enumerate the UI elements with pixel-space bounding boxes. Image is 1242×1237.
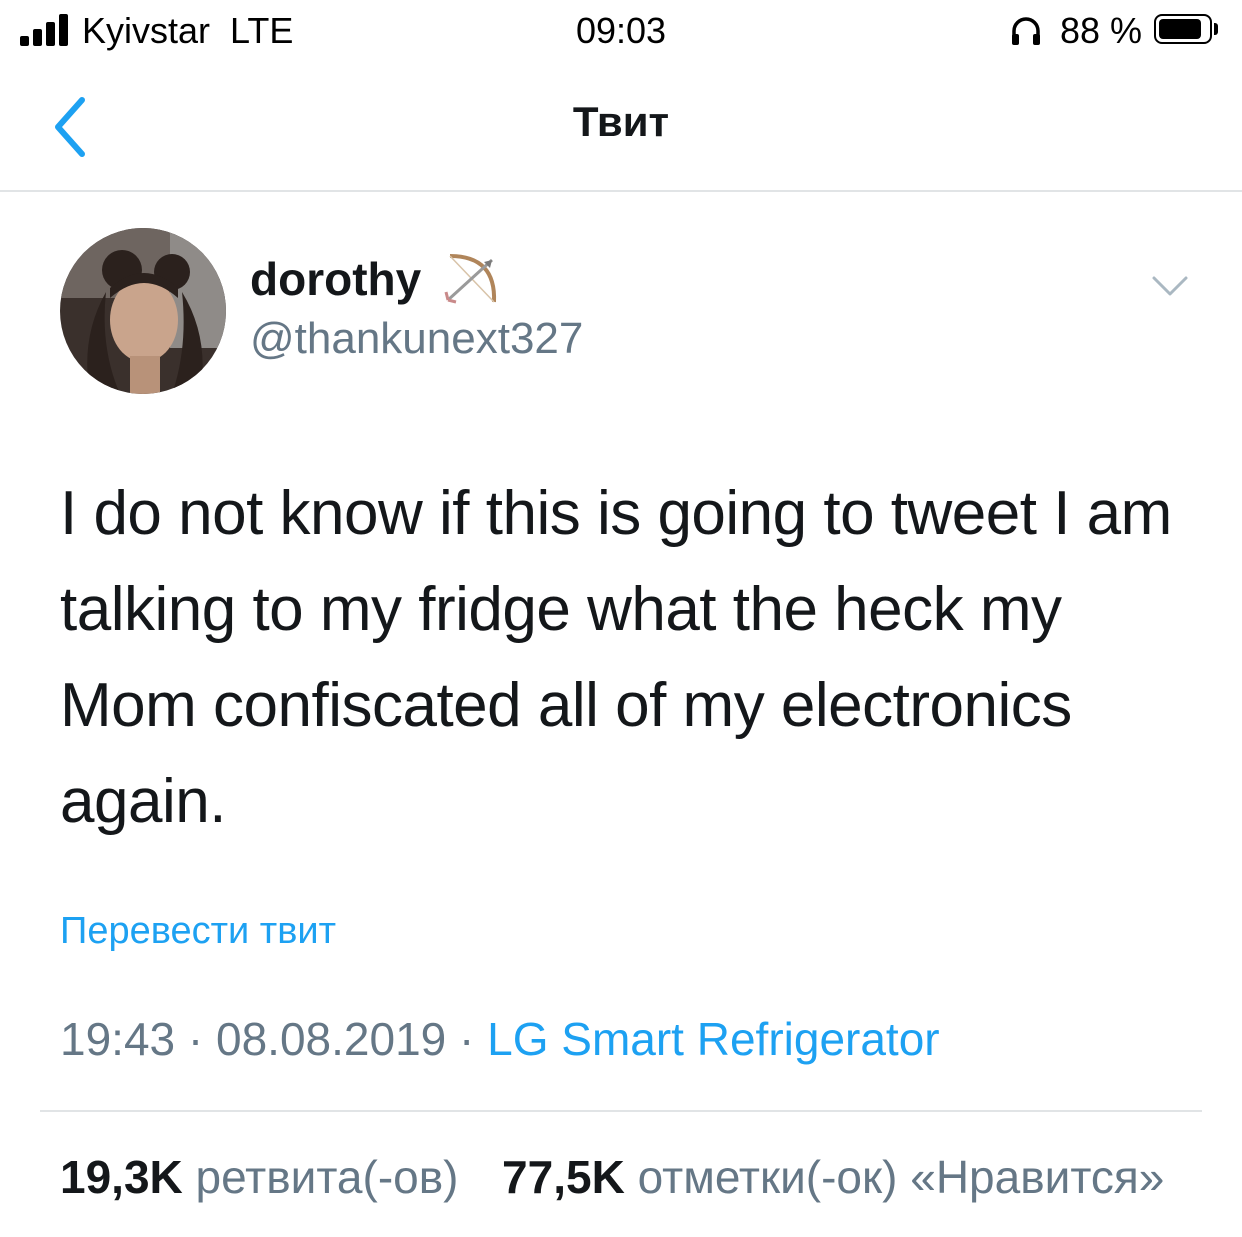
retweets-stat[interactable]: 19,3K ретвита(-ов) (60, 1151, 458, 1203)
meta-separator: · (446, 1013, 488, 1065)
translate-tweet-link[interactable]: Перевести твит (60, 910, 336, 953)
tweet-stats: 19,3K ретвита(-ов) 77,5K отметки(-ок) «Н… (60, 1150, 1164, 1204)
author-handle[interactable]: @thankunext327 (250, 314, 583, 364)
bow-and-arrow-icon (444, 254, 497, 304)
tweet-time: 19:43 (60, 1013, 176, 1065)
likes-stat[interactable]: 77,5K отметки(-ок) «Нравится» (502, 1151, 1164, 1203)
divider (40, 1110, 1202, 1112)
retweets-count: 19,3K (60, 1151, 183, 1203)
chevron-down-icon[interactable] (1150, 272, 1190, 300)
headphones-icon (1012, 17, 1040, 45)
likes-count: 77,5K (502, 1151, 625, 1203)
tweet-source-link[interactable]: LG Smart Refrigerator (487, 1013, 939, 1065)
avatar[interactable] (60, 228, 226, 394)
meta-separator: · (175, 1013, 217, 1065)
author-display-name[interactable]: dorothy (250, 252, 421, 306)
battery-percent: 88 % (1060, 10, 1143, 51)
tweet-meta: 19:43 · 08.08.2019 · LG Smart Refrigerat… (60, 1012, 940, 1066)
status-time: 09:03 (575, 10, 667, 51)
nav-bar: Твит (0, 62, 1242, 192)
tweet-date: 08.08.2019 (216, 1013, 447, 1065)
battery-icon (1154, 14, 1212, 44)
battery-fill (1159, 19, 1201, 39)
page-title: Твит (572, 98, 670, 145)
status-bar: Kyivstar LTE 09:03 88 % (0, 0, 1242, 62)
battery-tip (1214, 23, 1218, 35)
retweets-label: ретвита(-ов) (195, 1151, 459, 1203)
likes-label: отметки(-ок) «Нравится» (637, 1151, 1165, 1203)
tweet-text: I do not know if this is going to tweet … (60, 479, 1172, 836)
